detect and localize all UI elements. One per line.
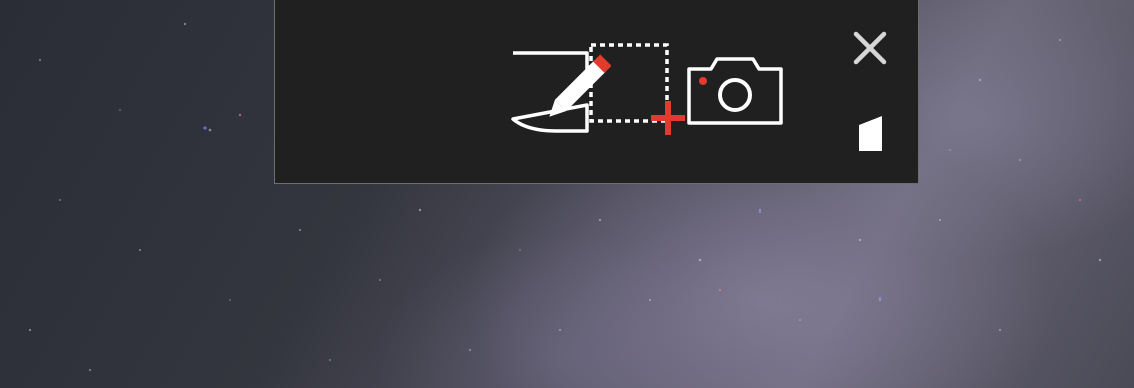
close-icon	[853, 31, 887, 65]
camera-icon	[687, 57, 783, 125]
close-button[interactable]	[847, 25, 893, 71]
screenshot-button[interactable]	[681, 35, 791, 145]
sketch-button[interactable]	[501, 35, 611, 145]
sketch-pen-icon	[511, 51, 611, 133]
window-snap-icon	[859, 116, 882, 151]
window-snap-button[interactable]	[849, 109, 893, 157]
snipping-toolbar	[274, 0, 919, 184]
